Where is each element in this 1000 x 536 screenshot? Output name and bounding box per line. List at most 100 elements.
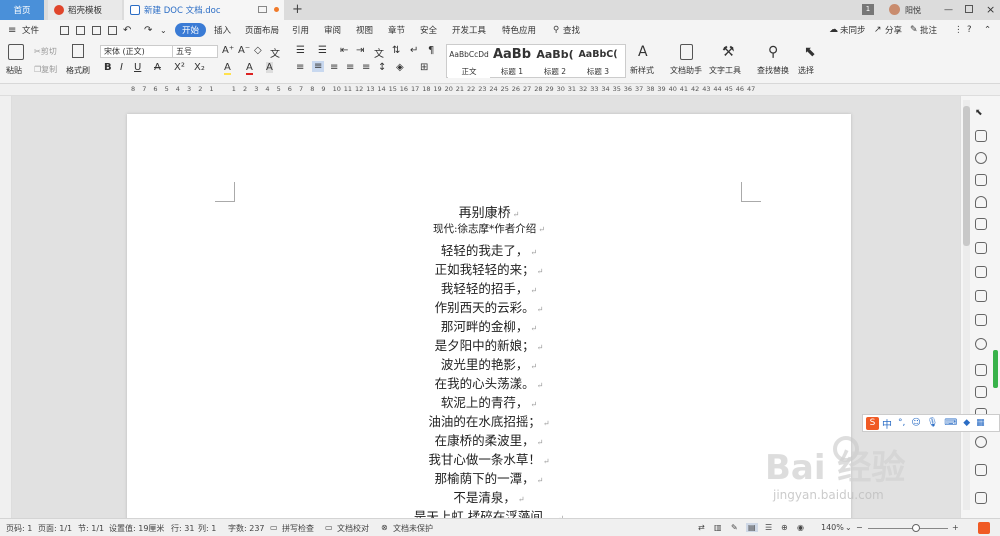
menu-developer[interactable]: 开发工具 xyxy=(452,23,486,37)
show-marks-icon[interactable]: ↵ xyxy=(410,45,418,56)
font-size-select[interactable]: 五号 xyxy=(172,45,218,58)
ime-mode[interactable]: 中 xyxy=(882,416,892,431)
text-tools-icon[interactable]: ⚒ xyxy=(722,44,735,60)
new-style-button[interactable]: 新样式 xyxy=(630,65,654,76)
paste-icon[interactable] xyxy=(8,44,24,60)
sidebar-chart-icon[interactable] xyxy=(975,266,987,278)
phonetic-icon[interactable]: 文 xyxy=(270,45,280,60)
user-name[interactable]: 阳悦 xyxy=(905,5,921,16)
horizontal-ruler[interactable]: 8 7 6 5 4 3 2 1 1 2 3 4 5 6 7 8 9 10 11 12 13 14 15 16 17 18 19 20 2… xyxy=(0,84,1000,96)
poem-line[interactable]: 油油的在水底招摇； ↵ xyxy=(127,411,851,430)
close-button[interactable]: × xyxy=(986,3,995,16)
tab-template[interactable]: 稻壳模板 xyxy=(48,0,122,20)
view-print-layout-icon[interactable]: ▤ xyxy=(746,523,758,532)
comment-icon[interactable]: ✎ xyxy=(910,23,918,37)
menu-start[interactable]: 开始 xyxy=(175,23,207,37)
sidebar-image-icon[interactable] xyxy=(975,218,987,230)
status-spell-check[interactable]: 拼写检查 xyxy=(282,523,314,534)
status-col[interactable]: 列: 1 xyxy=(198,523,216,534)
poem-line[interactable]: 在康桥的柔波里， ↵ xyxy=(127,430,851,449)
bold-icon[interactable]: B xyxy=(104,62,112,73)
underline-icon[interactable]: U xyxy=(134,62,141,73)
grow-font-icon[interactable]: A⁺ xyxy=(222,45,234,56)
char-shading-icon[interactable]: A xyxy=(266,62,273,73)
italic-icon[interactable]: I xyxy=(120,62,123,73)
clear-format-icon[interactable]: ◇ xyxy=(254,45,262,56)
poem-line[interactable]: 我轻轻的招手， ↵ xyxy=(127,278,851,297)
poem-line[interactable]: 是夕阳中的新娘； ↵ xyxy=(127,335,851,354)
status-page-number[interactable]: 页码: 1 xyxy=(6,523,32,534)
scrollbar-thumb[interactable] xyxy=(963,106,970,246)
status-section[interactable]: 节: 1/1 xyxy=(78,523,104,534)
justify-icon[interactable]: ≡ xyxy=(346,62,354,73)
poem-line[interactable]: 轻轻的我走了， ↵ xyxy=(127,240,851,259)
quick-preview-icon[interactable] xyxy=(108,26,117,35)
menu-chapter[interactable]: 章节 xyxy=(388,23,405,37)
sync-status[interactable]: 未同步 xyxy=(840,23,866,37)
font-color-icon[interactable]: A xyxy=(246,62,253,75)
tab-document[interactable]: 新建 DOC 文档.doc xyxy=(124,0,284,20)
sidebar-cursor-icon[interactable]: ⬉ xyxy=(975,108,987,120)
paste-button[interactable]: 粘贴 xyxy=(6,65,22,76)
sidebar-location-icon[interactable] xyxy=(975,152,987,164)
collapse-ribbon-icon[interactable]: ⌃ xyxy=(984,23,991,37)
quick-print-icon[interactable] xyxy=(92,26,101,35)
poem-line[interactable]: 是天上虹 揉碎在浮藻间，↵ xyxy=(127,506,851,518)
status-zoom[interactable]: 140% xyxy=(821,523,844,532)
find-replace-button[interactable]: 查找替换 xyxy=(757,65,789,76)
highlight-icon[interactable]: A xyxy=(224,62,231,75)
ime-emoji-icon[interactable]: ☺ xyxy=(911,418,920,428)
superscript-icon[interactable]: X² xyxy=(174,62,185,73)
subscript-icon[interactable]: X₂ xyxy=(194,62,205,73)
cloud-sync-icon[interactable]: ☁ xyxy=(829,23,838,37)
sidebar-lock-icon[interactable] xyxy=(975,314,987,326)
poem-line[interactable]: 波光里的艳影， ↵ xyxy=(127,354,851,373)
bullet-list-icon[interactable]: ☰ xyxy=(296,45,305,56)
search-menu[interactable]: 查找 xyxy=(563,23,580,37)
ime-skin-icon[interactable]: ◆ xyxy=(963,418,970,428)
sidebar-shape-icon[interactable] xyxy=(975,130,987,142)
sidebar-fill-icon[interactable] xyxy=(975,196,987,208)
ime-toolbox-icon[interactable]: ▦ xyxy=(976,418,985,428)
align-center-icon[interactable]: ≡ xyxy=(312,61,325,72)
menu-insert[interactable]: 插入 xyxy=(214,23,231,37)
shading-icon[interactable]: ◈ xyxy=(396,62,404,73)
document-page[interactable]: 再别康桥 ↵ 现代:徐志摩*作者介绍 ↵ 轻轻的我走了， ↵ 正如我轻轻的来； ↵ 我轻轻的招手… xyxy=(127,114,851,518)
poem-line[interactable]: 正如我轻轻的来； ↵ xyxy=(127,259,851,278)
sidebar-more-icon[interactable] xyxy=(975,492,987,504)
ime-punct-icon[interactable]: °, xyxy=(898,418,905,428)
strikethrough-icon[interactable]: A xyxy=(154,62,161,73)
menu-security[interactable]: 安全 xyxy=(420,23,437,37)
tab-home[interactable]: 首页 xyxy=(0,0,44,20)
view-eye-icon[interactable]: ◉ xyxy=(797,523,804,532)
select-icon[interactable]: ⬉ xyxy=(804,44,816,60)
status-words[interactable]: 字数: 237 xyxy=(228,523,265,534)
sidebar-link-icon[interactable] xyxy=(975,338,987,350)
zoom-slider-thumb[interactable] xyxy=(912,524,920,532)
share-button[interactable]: 分享 xyxy=(885,23,902,37)
menu-references[interactable]: 引用 xyxy=(292,23,309,37)
more-chevron-icon[interactable]: ⌄ xyxy=(160,23,167,37)
poem-line[interactable]: 在我的心头荡漾。 ↵ xyxy=(127,373,851,392)
sidebar-translate-icon[interactable] xyxy=(975,364,987,376)
menu-page-layout[interactable]: 页面布局 xyxy=(245,23,279,37)
new-style-icon[interactable]: A xyxy=(638,44,648,60)
style-heading-2[interactable]: AaBb( 标题 2 xyxy=(534,46,576,78)
view-reading-icon[interactable]: ✎ xyxy=(731,523,738,532)
sort-icon[interactable]: ⇅ xyxy=(392,45,400,56)
sidebar-scan-icon[interactable] xyxy=(975,436,987,448)
style-normal[interactable]: AaBbCcDd 正文 xyxy=(448,46,490,78)
status-pages[interactable]: 页面: 1/1 xyxy=(38,523,72,534)
poem-line[interactable]: 那河畔的金柳， ↵ xyxy=(127,316,851,335)
sidebar-filter-icon[interactable] xyxy=(975,290,987,302)
doc-assistant-button[interactable]: 文档助手 xyxy=(670,65,702,76)
poem-line[interactable]: 不是清泉， ↵ xyxy=(127,487,851,506)
poem-line[interactable]: 那榆荫下的一潭， ↵ xyxy=(127,468,851,487)
zoom-out-button[interactable]: − xyxy=(856,523,863,532)
comment-button[interactable]: 批注 xyxy=(920,23,937,37)
new-tab-button[interactable]: + xyxy=(292,2,303,17)
find-replace-icon[interactable]: ⚲ xyxy=(768,44,778,60)
sidebar-puzzle-icon[interactable] xyxy=(975,174,987,186)
shrink-font-icon[interactable]: A⁻ xyxy=(238,45,250,56)
poem-line[interactable]: 作别西天的云彩。 ↵ xyxy=(127,297,851,316)
